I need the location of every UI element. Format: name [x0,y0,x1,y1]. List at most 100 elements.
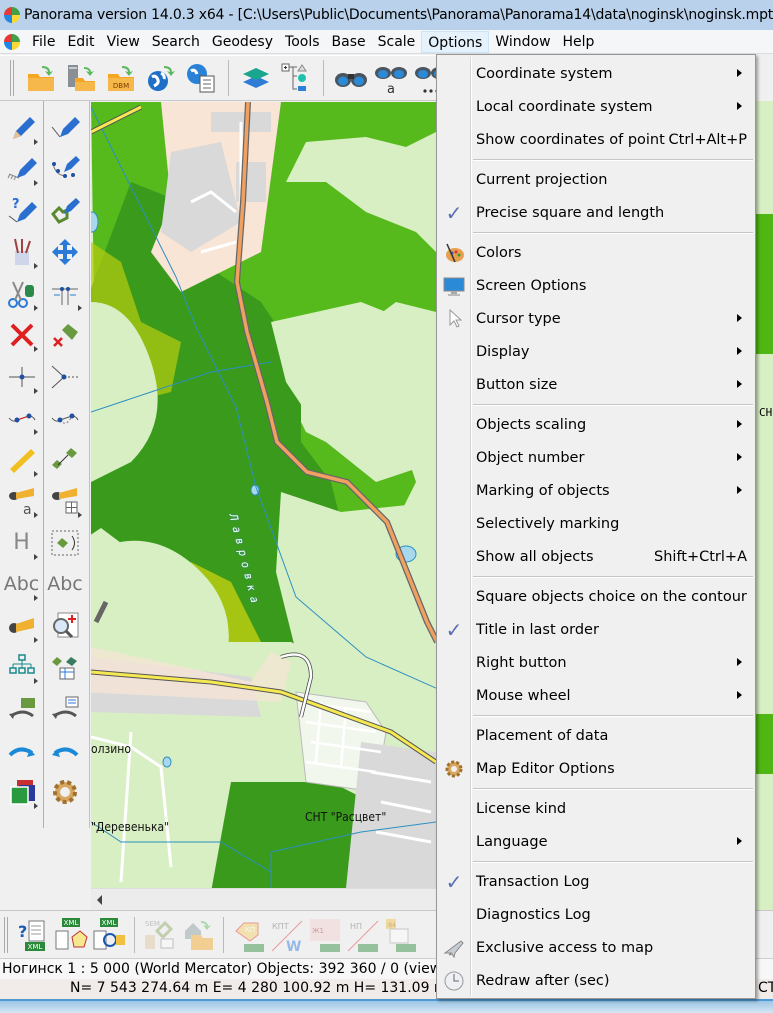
flashlight-tool[interactable] [0,605,43,647]
menu-item-diagnostics-log[interactable]: Diagnostics Log [439,898,753,931]
menu-item-map-editor-options[interactable]: Map Editor Options [439,752,753,785]
menu-geodesy[interactable]: Geodesy [206,31,279,53]
query-draw-tool[interactable]: ? [0,190,43,232]
menu-item-marking-of-objects[interactable]: Marking of objects [439,474,753,507]
menu-scale[interactable]: Scale [372,31,422,53]
draw-line-tool[interactable] [0,107,43,149]
ruler-tool[interactable] [0,439,43,481]
move-tool[interactable] [43,232,87,274]
menu-view[interactable]: View [101,31,146,53]
settings-tool[interactable] [43,771,87,813]
house-folder-button[interactable] [181,917,215,953]
menu-options[interactable]: Options [421,30,490,53]
menu-item-right-button[interactable]: Right button [439,646,753,679]
images-tool[interactable] [0,771,43,813]
xml-help-button[interactable]: ? XML [16,917,50,953]
horizontal-scrollbar[interactable] [91,888,436,910]
open-server-map-button[interactable] [64,60,98,96]
airplane-icon [443,937,465,959]
menu-help[interactable]: Help [557,31,601,53]
zoom-document-tool[interactable] [43,605,87,647]
rotate-object-tool[interactable] [43,522,87,564]
menu-item-license-kind[interactable]: License kind [439,792,753,825]
split-tool[interactable] [43,273,87,315]
open-dbm-button[interactable]: DBM [104,60,138,96]
scroll-left-arrow-icon[interactable] [97,895,102,905]
segment-dashed-tool[interactable] [43,398,87,440]
segment-tool[interactable] [0,398,43,440]
cut-tool[interactable] [0,273,43,315]
menu-search[interactable]: Search [146,31,206,53]
menu-item-local-coordinate-system[interactable]: Local coordinate system [439,90,753,123]
system-menu-icon[interactable] [4,33,20,50]
menu-item-colors[interactable]: Colors [439,236,753,269]
menu-item-selectively-marking[interactable]: Selectively marking [439,507,753,540]
draw-polygon-tool[interactable] [43,190,87,232]
copy-object-tool[interactable] [43,439,87,481]
redo-tool[interactable] [0,730,43,772]
84-xml-button[interactable]: :84 [384,917,418,953]
menu-item-mouse-wheel[interactable]: Mouse wheel [439,679,753,712]
menu-item-placement-of-data[interactable]: Placement of data [439,719,753,752]
menu-item-title-in-last-order[interactable]: ✓ Title in last order [439,613,753,646]
open-dbm-folder-icon: DBM [108,66,134,91]
undo-object-icon [8,697,35,719]
hierarchy-tool[interactable] [0,647,43,689]
point-tool[interactable] [0,356,43,398]
menu-edit[interactable]: Edit [61,31,100,53]
menu-item-show-coordinates[interactable]: Show coordinates of point Ctrl+Alt+P [439,123,753,156]
menu-tools[interactable]: Tools [279,31,326,53]
menu-file[interactable]: File [26,31,61,53]
undo-object-tool[interactable] [0,688,43,730]
menu-item-coordinate-system[interactable]: Coordinate system [439,57,753,90]
menu-item-square-objects-choice[interactable]: Square objects choice on the contour [439,580,753,613]
extend-tool[interactable] [43,356,87,398]
menu-window[interactable]: Window [489,31,556,53]
undo-list-tool[interactable] [43,688,87,730]
flashlight-text-tool[interactable]: a [0,481,43,523]
brushes-tool[interactable] [0,232,43,274]
delete-tool[interactable] [0,315,43,357]
menu-item-current-projection[interactable]: Current projection [439,163,753,196]
menu-item-show-all-objects[interactable]: Show all objects Shift+Ctrl+A [439,540,753,573]
menu-item-display[interactable]: Display [439,335,753,368]
object-table-tool[interactable] [43,647,87,689]
kp-xml-button[interactable]: КП [232,917,266,953]
xml-sync-button[interactable]: XML [92,917,126,953]
zh1-xml-button[interactable]: Ж1 [308,917,342,953]
delete-object-tool[interactable] [43,315,87,357]
np-xml-button[interactable]: НП [346,917,380,953]
search-text-button[interactable]: a [374,60,408,96]
sem-button[interactable]: SEM [143,917,177,953]
kpt-w-button[interactable]: КПТ W [270,917,304,953]
layer-tree-button[interactable] [279,60,313,96]
undo-tool[interactable] [43,730,87,772]
menu-item-redraw-after[interactable]: Redraw after (sec) [439,964,753,997]
menu-item-transaction-log[interactable]: ✓ Transaction Log [439,865,753,898]
xml-polygon-button[interactable]: XML [54,917,88,953]
height-tool[interactable]: H [0,522,43,564]
globe-list-button[interactable] [184,60,218,96]
menu-base[interactable]: Base [326,31,372,53]
toolbar-grip[interactable] [10,60,14,96]
layers-button[interactable] [239,60,273,96]
menu-item-cursor-type[interactable]: Cursor type [439,302,753,335]
flashlight-table-tool[interactable] [43,481,87,523]
text-tool[interactable]: Abc [0,564,43,606]
text-edit-tool[interactable]: Abc [43,564,87,606]
draw-spline-tool[interactable] [43,149,87,191]
map-view[interactable]: олзино "Деревенька" СНТ "Расцвет" Лавров… [91,102,436,888]
menu-item-screen-options[interactable]: Screen Options [439,269,753,302]
menu-item-button-size[interactable]: Button size [439,368,753,401]
menu-item-precise-square[interactable]: ✓ Precise square and length [439,196,753,229]
menu-item-language[interactable]: Language [439,825,753,858]
open-globe-button[interactable] [144,60,178,96]
open-map-button[interactable] [24,60,58,96]
menu-item-exclusive-access[interactable]: Exclusive access to map [439,931,753,964]
draw-hatched-tool[interactable] [0,149,43,191]
toolbar-grip[interactable] [4,916,8,953]
search-button[interactable] [334,60,368,96]
menu-item-object-number[interactable]: Object number [439,441,753,474]
menu-item-objects-scaling[interactable]: Objects scaling [439,408,753,441]
draw-polyline-tool[interactable] [43,107,87,149]
